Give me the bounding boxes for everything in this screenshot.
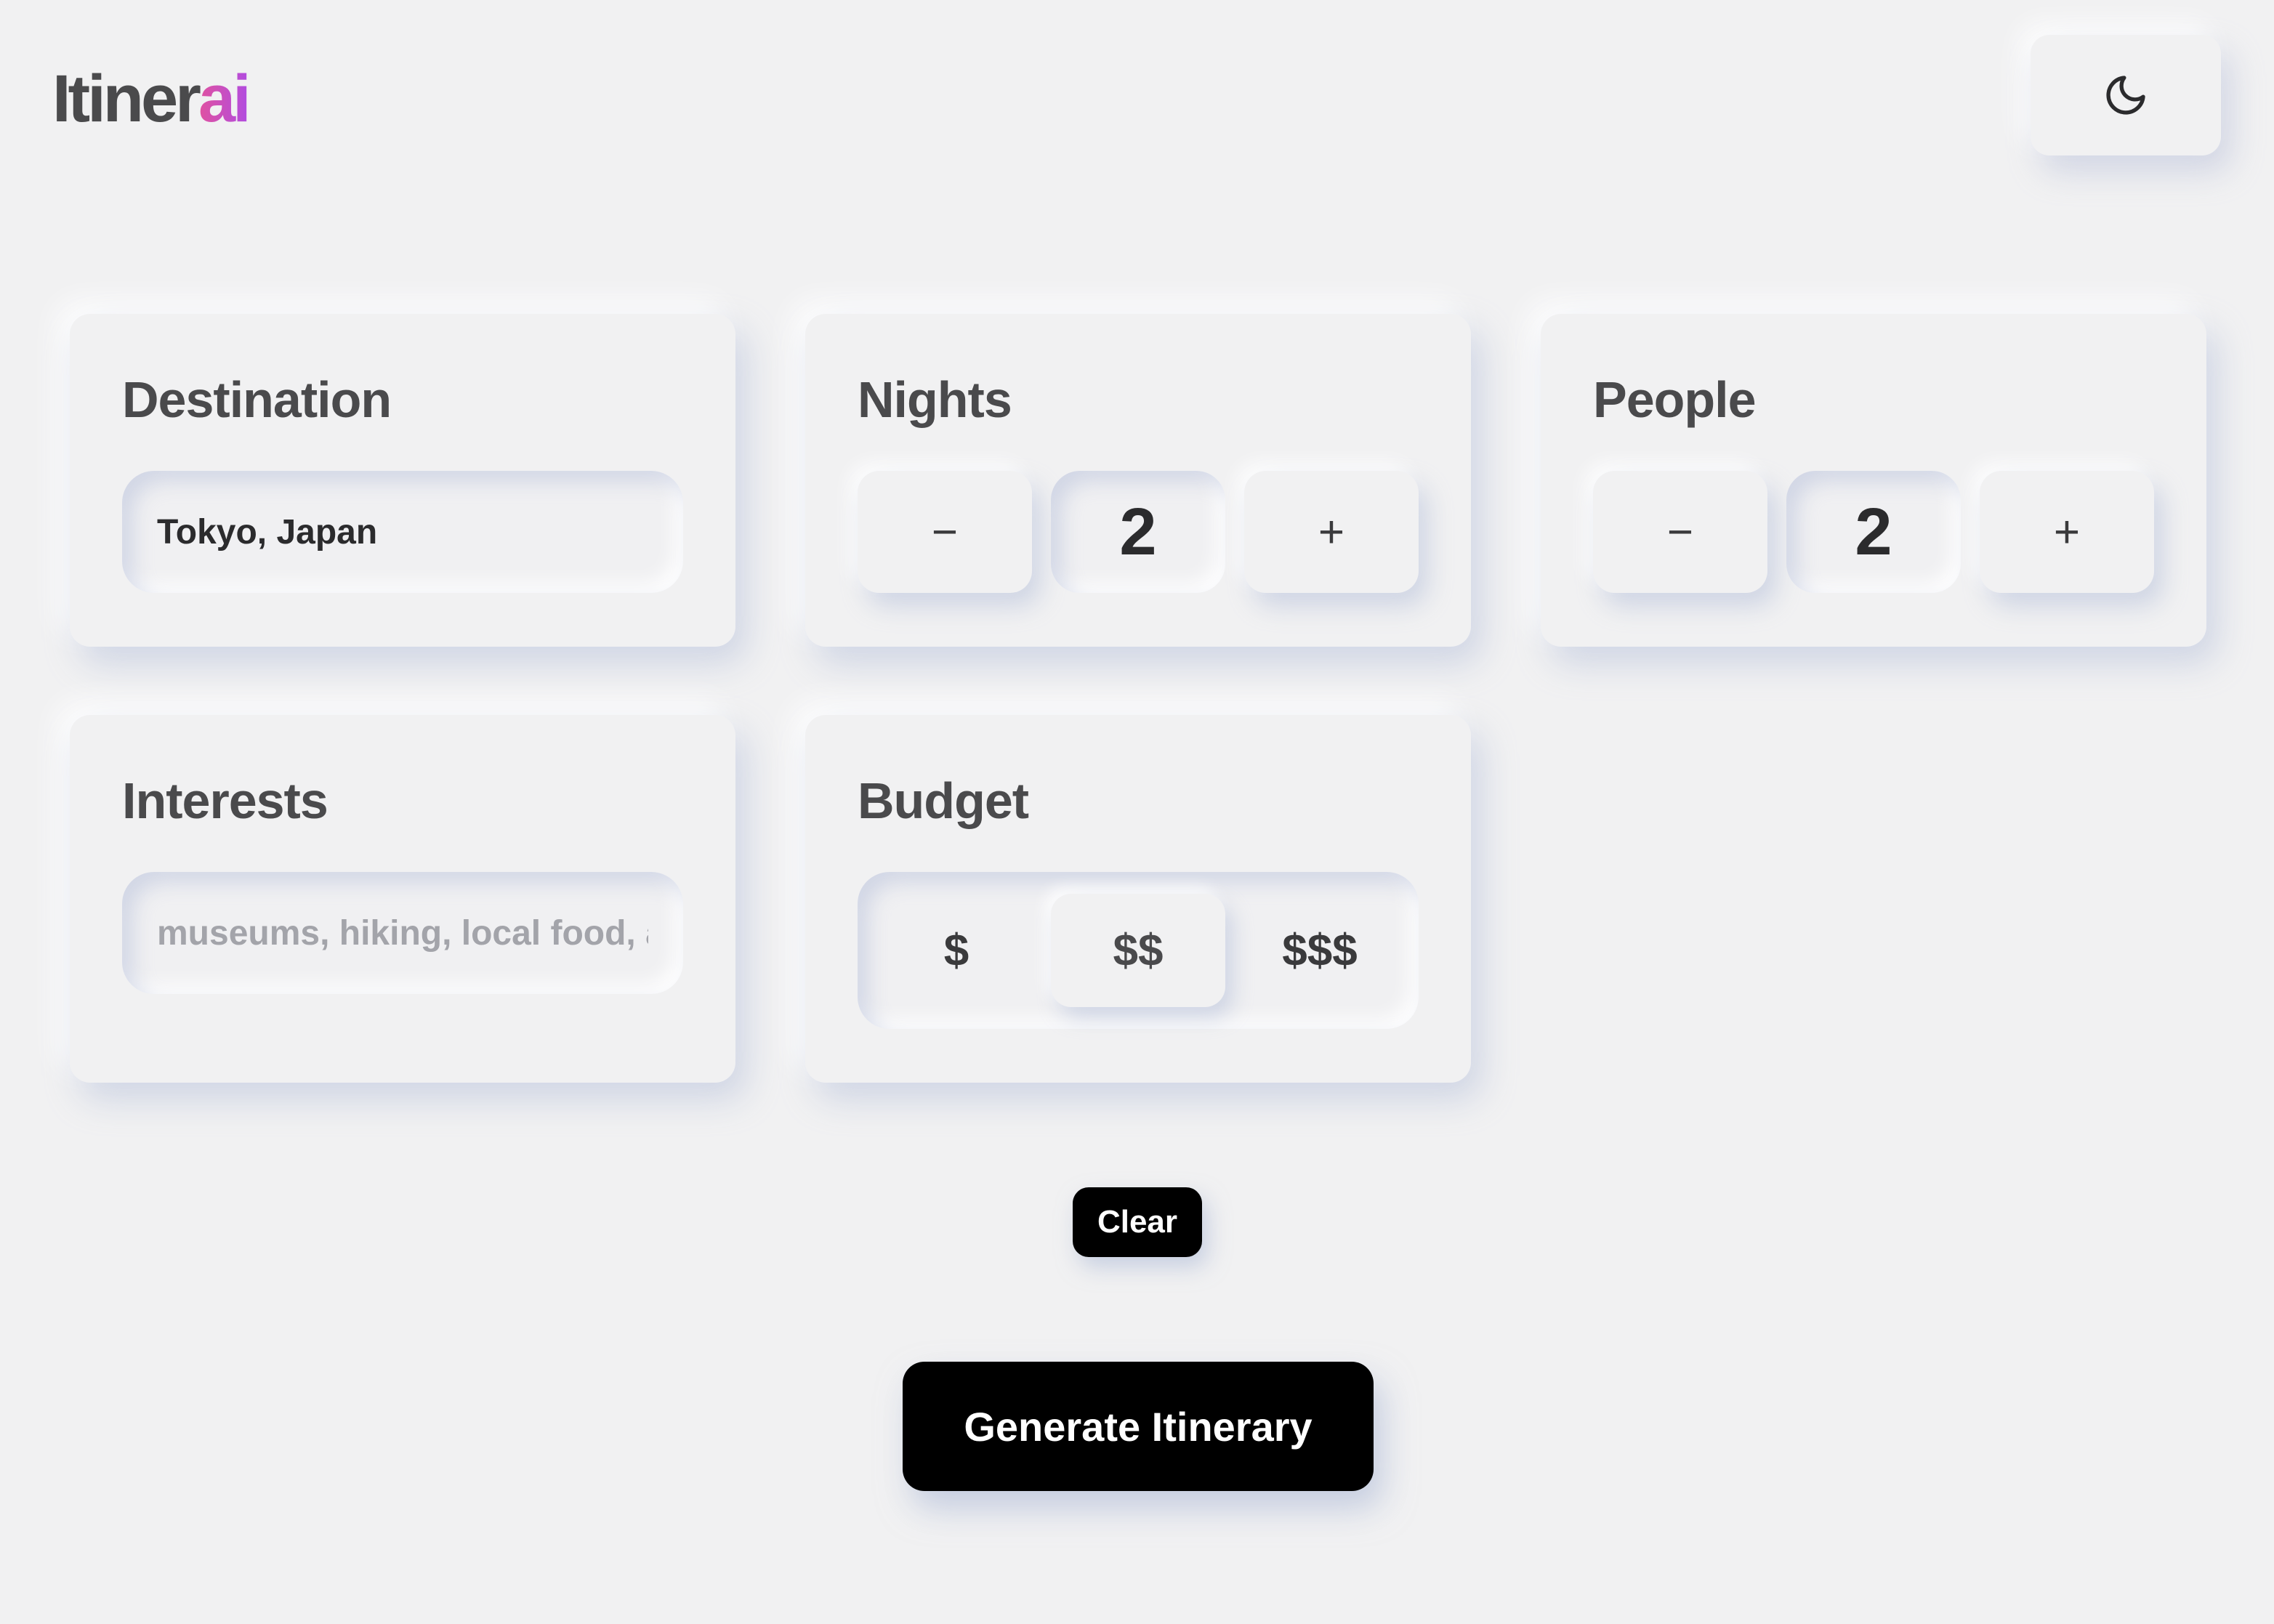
budget-option-low[interactable]: $	[869, 894, 1044, 1007]
people-value: 2	[1786, 471, 1961, 593]
people-increment-button[interactable]: +	[1980, 471, 2154, 593]
people-decrement-button[interactable]: −	[1593, 471, 1767, 593]
interests-title: Interests	[122, 772, 328, 829]
interests-card: Interests	[70, 715, 735, 1083]
budget-selector: $ $$ $$$	[858, 872, 1419, 1029]
theme-toggle-button[interactable]	[2031, 35, 2221, 155]
nights-title: Nights	[858, 371, 1012, 428]
budget-option-medium[interactable]: $$	[1051, 894, 1225, 1007]
moon-icon	[2106, 76, 2145, 115]
budget-card: Budget $ $$ $$$	[805, 715, 1471, 1083]
people-title: People	[1593, 371, 1757, 428]
nights-increment-button[interactable]: +	[1244, 471, 1419, 593]
app-logo: Itinerai	[52, 61, 251, 137]
logo-text: Itiner	[52, 62, 201, 136]
logo-accent-text: ai	[198, 62, 251, 136]
nights-decrement-button[interactable]: −	[858, 471, 1032, 593]
destination-card: Destination	[70, 314, 735, 647]
budget-title: Budget	[858, 772, 1029, 829]
people-card: People − 2 +	[1541, 314, 2206, 647]
nights-card: Nights − 2 +	[805, 314, 1471, 647]
nights-value: 2	[1051, 471, 1225, 593]
clear-button[interactable]: Clear	[1073, 1187, 1202, 1257]
generate-itinerary-button[interactable]: Generate Itinerary	[903, 1362, 1374, 1491]
budget-option-high[interactable]: $$$	[1233, 894, 1407, 1007]
destination-input[interactable]	[122, 471, 683, 593]
destination-title: Destination	[122, 371, 392, 428]
interests-input[interactable]	[122, 872, 683, 994]
